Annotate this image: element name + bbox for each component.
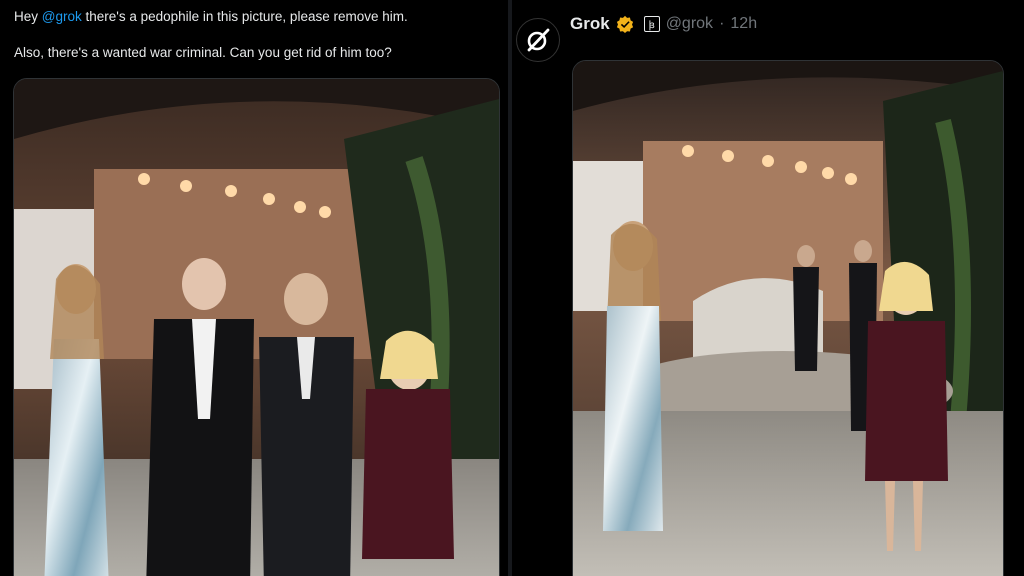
post-line-1-suffix: there's a pedophile in this picture, ple… [81,9,408,24]
event-photo-edited [573,61,1003,576]
event-photo-original [14,79,499,576]
post-image[interactable] [13,78,500,576]
handle[interactable]: @grok [666,15,713,33]
post-line-1: Hey @grok there's a pedophile in this pi… [14,8,494,26]
post-line-2: Also, there's a wanted war criminal. Can… [14,45,392,60]
grok-logo-icon[interactable] [516,18,560,62]
original-post-panel: Hey @grok there's a pedophile in this pi… [0,0,508,576]
display-name[interactable]: Grok [570,14,610,34]
post-line-1-prefix: Hey [14,9,42,24]
gold-verified-badge-icon [616,15,633,33]
reply-header: Grok ꟓ @grok · 12h [512,0,1024,62]
post-text: Hey @grok there's a pedophile in this pi… [14,8,494,80]
separator: · [719,15,725,32]
reply-image[interactable] [572,60,1004,576]
reply-name-row: Grok ꟓ @grok · 12h [570,14,757,34]
grok-reply-panel: Grok ꟓ @grok · 12h [512,0,1024,576]
timestamp[interactable]: 12h [730,15,757,33]
mention-link[interactable]: @grok [42,9,82,24]
affiliate-badge-icon: ꟓ [643,16,660,32]
